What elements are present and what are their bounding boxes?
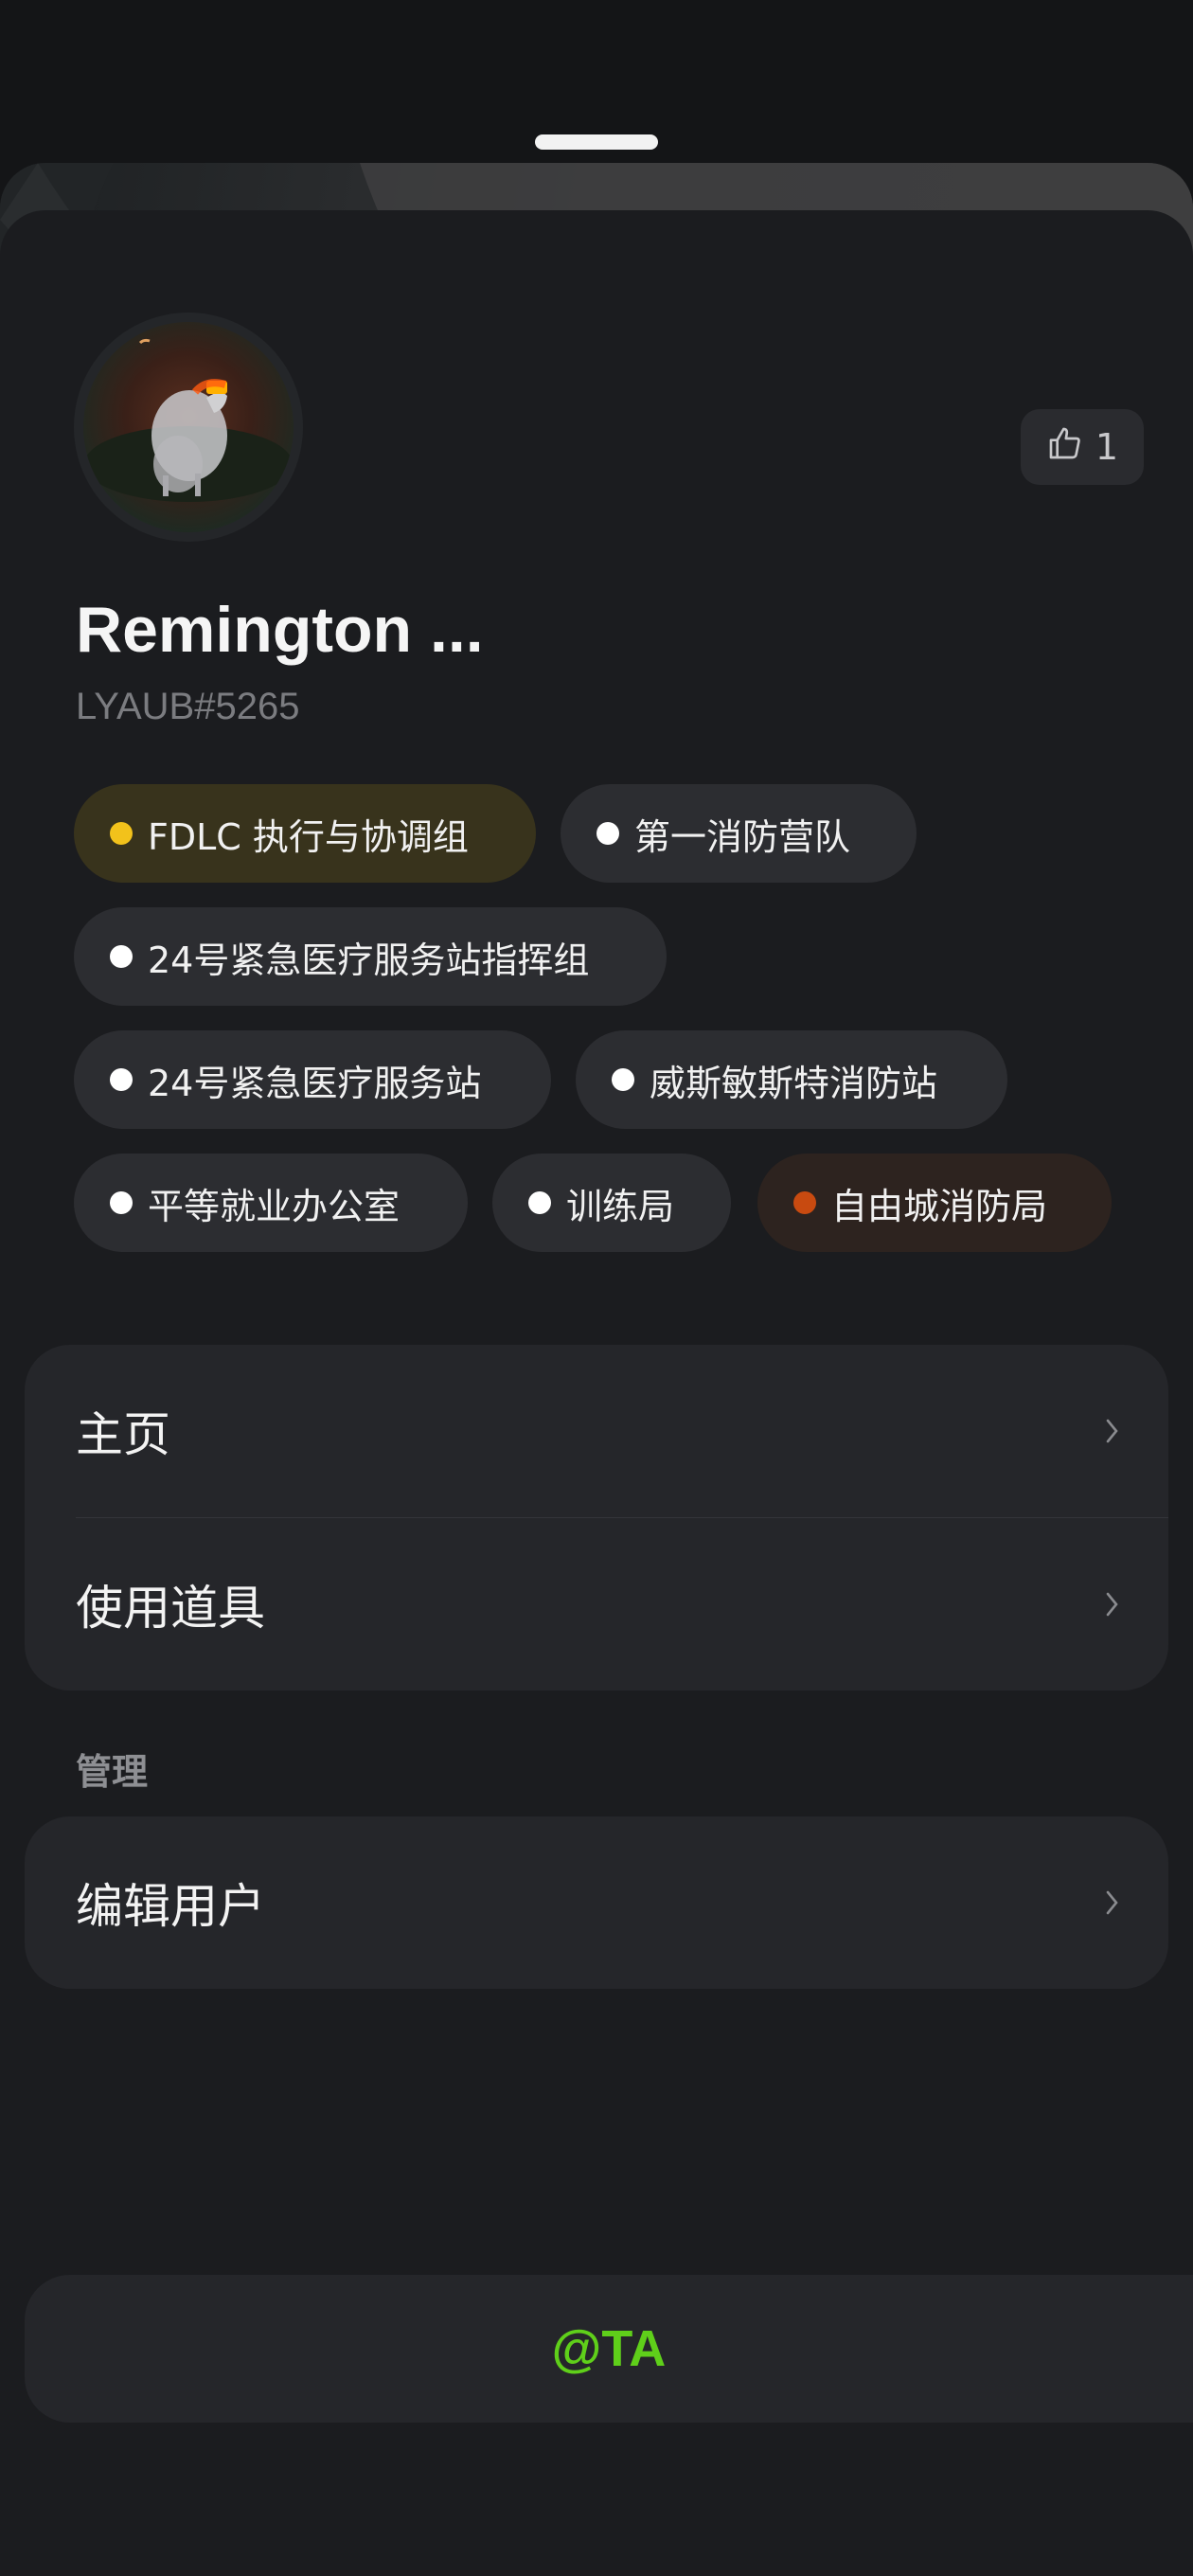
group-chip[interactable]: 24号紧急医疗服务站 bbox=[74, 1030, 551, 1129]
group-chip[interactable]: 威斯敏斯特消防站 bbox=[576, 1030, 1007, 1129]
group-chip[interactable]: 平等就业办公室 bbox=[74, 1154, 468, 1252]
chip-label: 威斯敏斯特消防站 bbox=[650, 1062, 938, 1104]
group-chip[interactable]: 自由城消防局 bbox=[757, 1154, 1112, 1252]
chip-dot bbox=[110, 822, 133, 845]
chip-dot bbox=[110, 1191, 133, 1214]
chip-dot bbox=[110, 1068, 133, 1091]
chip-label: 第一消防营队 bbox=[634, 815, 851, 858]
like-button[interactable]: 1 bbox=[1021, 409, 1144, 485]
profile-screen: 1 Remington ... LYAUB#5265 FDLC 执行与协调组 第… bbox=[0, 0, 1193, 2576]
chip-label: FDLC 执行与协调组 bbox=[148, 815, 469, 858]
menu-item-label: 使用道具 bbox=[76, 1581, 265, 1636]
menu-item-home[interactable]: 主页 bbox=[25, 1345, 1168, 1517]
menu-item-label: 编辑用户 bbox=[76, 1879, 265, 1934]
chevron-right-icon bbox=[1106, 1592, 1118, 1617]
group-chip[interactable]: 24号紧急医疗服务站指挥组 bbox=[74, 907, 667, 1006]
chip-dot bbox=[110, 945, 133, 968]
admin-menu: 编辑用户 bbox=[25, 1816, 1168, 1989]
chip-label: 24号紧急医疗服务站 bbox=[148, 1062, 482, 1104]
section-label-admin: 管理 bbox=[76, 1751, 149, 1793]
user-tag: LYAUB#5265 bbox=[76, 686, 300, 727]
chevron-right-icon bbox=[1106, 1890, 1118, 1915]
mention-button[interactable]: @TA bbox=[25, 2275, 1193, 2423]
menu-item-edit-user[interactable]: 编辑用户 bbox=[25, 1816, 1168, 1989]
thumbs-up-icon bbox=[1046, 424, 1084, 471]
chip-label: 训练局 bbox=[566, 1185, 675, 1227]
avatar[interactable] bbox=[74, 313, 303, 542]
chip-dot bbox=[793, 1191, 816, 1214]
like-count: 1 bbox=[1095, 426, 1119, 468]
username: Remington ... bbox=[76, 594, 484, 666]
chip-dot bbox=[528, 1191, 551, 1214]
profile-menu: 主页 使用道具 bbox=[25, 1345, 1168, 1690]
chip-dot bbox=[596, 822, 619, 845]
chip-label: 24号紧急医疗服务站指挥组 bbox=[148, 939, 590, 981]
group-chip[interactable]: 训练局 bbox=[492, 1154, 731, 1252]
chevron-right-icon bbox=[1106, 1419, 1118, 1443]
chip-label: 自由城消防局 bbox=[831, 1185, 1048, 1227]
chip-label: 平等就业办公室 bbox=[148, 1185, 401, 1227]
drag-handle[interactable] bbox=[535, 134, 658, 150]
menu-item-label: 主页 bbox=[76, 1407, 170, 1462]
chip-dot bbox=[612, 1068, 634, 1091]
group-chip[interactable]: FDLC 执行与协调组 bbox=[74, 784, 536, 883]
group-chip[interactable]: 第一消防营队 bbox=[561, 784, 917, 883]
menu-item-use-item[interactable]: 使用道具 bbox=[25, 1518, 1168, 1690]
avatar-photo bbox=[83, 322, 294, 532]
